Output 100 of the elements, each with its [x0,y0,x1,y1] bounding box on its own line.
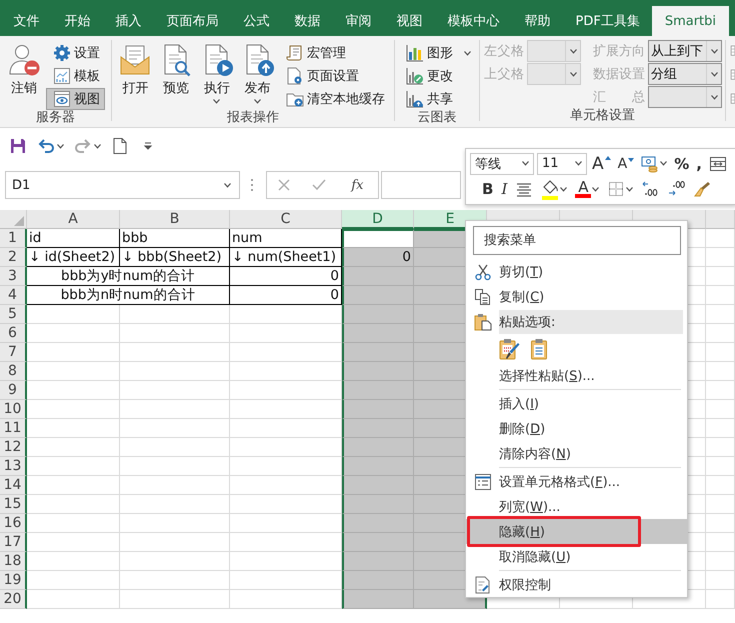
grow-font-button[interactable]: A [590,152,613,175]
menu-item[interactable]: 权限控制 [466,572,687,597]
formula-input[interactable] [381,171,461,199]
insert-function-button[interactable]: fx [345,176,370,194]
ribbon-button[interactable]: 打开 [116,40,155,110]
row-header[interactable]: 2 [0,248,27,267]
caret-icon [575,161,582,166]
bold-button[interactable]: B [480,178,496,200]
row-header[interactable]: 9 [0,381,27,400]
ribbon-tab[interactable]: 视图 [384,6,435,36]
format-button[interactable]: % [672,152,692,175]
menu-item[interactable]: 取消隐藏(U) [466,544,687,569]
dropdown-field[interactable]: 11 [537,152,587,175]
ribbon-tab[interactable]: 文件 [1,6,52,36]
menu-item[interactable]: 插入(I) [466,391,687,416]
row-header[interactable]: 20 [0,590,27,609]
row-header[interactable]: 7 [0,343,27,362]
more-icon [250,178,254,192]
italic-button[interactable]: I [499,178,510,200]
ribbon-button[interactable]: 更改 [399,65,476,87]
scroll-icon [286,44,304,62]
ribbon-button[interactable]: 执行 [198,40,236,110]
document-gear-icon [286,67,304,85]
grid-cell [706,248,735,267]
grid-cell [706,514,735,533]
caret-icon [213,99,220,104]
ribbon-button[interactable]: 图形 [399,42,476,64]
row-header[interactable]: 3 [0,267,27,286]
row-header[interactable]: 15 [0,495,27,514]
ribbon-tab[interactable]: 模板中心 [435,6,512,36]
font-color-button[interactable]: A [573,178,602,200]
menu-item[interactable]: 复制(C) [466,284,687,309]
ribbon-button[interactable]: 预览 [156,40,196,110]
paste-button[interactable] [530,338,548,360]
ribbon-tab[interactable]: 插入 [103,6,154,36]
row-header[interactable]: 18 [0,552,27,571]
caret-icon [224,182,231,188]
row-header[interactable]: 8 [0,362,27,381]
ribbon-button[interactable]: 共享 [399,88,476,110]
paste-formatting-button[interactable] [498,338,520,360]
row-header[interactable]: 5 [0,305,27,324]
menu-item[interactable]: 剪切(T) [466,259,687,284]
ribbon-tab[interactable]: 帮助 [512,6,563,36]
row-header[interactable]: 4 [0,286,27,305]
menu-item[interactable]: 选择性粘贴(S)... [466,363,687,388]
ribbon-tab[interactable]: 公式 [231,6,282,36]
ribbon-button[interactable]: 模板 [46,65,105,87]
table-cell: bbb为y时num的合计 [27,267,230,286]
ribbon-button[interactable]: 页面设置 [279,65,390,87]
name-box[interactable]: D1 [5,171,240,199]
grid-cell [706,552,735,571]
grid-cell [706,381,735,400]
row-header[interactable]: 10 [0,400,27,419]
grid-cell [706,476,735,495]
ribbon-tab[interactable]: 审阅 [333,6,384,36]
grid-cell [342,343,414,362]
column-header[interactable]: A [27,210,120,229]
format-button[interactable]: , [694,152,704,175]
dropdown-field[interactable] [648,86,722,108]
ribbon-button[interactable]: 设置 [46,42,105,64]
ribbon-tab[interactable]: PDF工具集 [563,6,652,36]
row-header[interactable]: 12 [0,438,27,457]
menu-item[interactable]: 设置单元格格式(F)... [466,469,687,494]
row-header[interactable]: 1 [0,229,27,248]
shrink-font-button[interactable]: A [616,152,636,175]
ribbon-tab[interactable]: 页面布局 [154,6,231,36]
row-header[interactable]: 13 [0,457,27,476]
ribbon-button[interactable]: 宏管理 [279,42,390,64]
row-header[interactable]: 14 [0,476,27,495]
menu-item[interactable]: 清除内容(N) [466,441,687,466]
search-field[interactable]: 搜索菜单 [473,226,681,255]
grid-cell [342,552,414,571]
ribbon-tab[interactable]: Smartbi [652,6,729,36]
column-header[interactable]: B [120,210,230,229]
grid-cell [342,514,414,533]
grid-cell [342,400,414,419]
ribbon-button[interactable]: 视图 [46,88,105,110]
row-header[interactable]: 6 [0,324,27,343]
ribbon-button[interactable]: 注销 [4,40,44,110]
row-header[interactable]: 19 [0,571,27,590]
row-header[interactable]: 17 [0,533,27,552]
ribbon-button[interactable]: 发布 [238,40,277,110]
dropdown-field[interactable]: 等线 [470,152,534,175]
row-header[interactable]: 11 [0,419,27,438]
row-header[interactable]: 16 [0,514,27,533]
ribbon-button[interactable]: 清空本地缓存 [279,88,390,110]
dropdown-field[interactable]: 分组 [648,63,722,85]
menu-item[interactable]: 列宽(W)... [466,494,687,519]
ribbon-tab[interactable]: 数据 [282,6,333,36]
ribbon-tab[interactable]: 开始 [52,6,103,36]
table-cell: id [27,229,120,248]
caret-icon [710,72,718,76]
caret-icon [464,50,471,56]
menu-item[interactable]: 隐藏(H) [466,519,687,544]
dropdown-field[interactable]: 从上到下 [648,40,722,62]
group-label: 云图表 [416,110,458,126]
table-cell: ↓ bbb(Sheet2) [120,248,230,267]
menu-item[interactable]: 删除(D) [466,416,687,441]
column-header[interactable]: D [342,210,414,229]
column-header[interactable]: C [230,210,342,229]
